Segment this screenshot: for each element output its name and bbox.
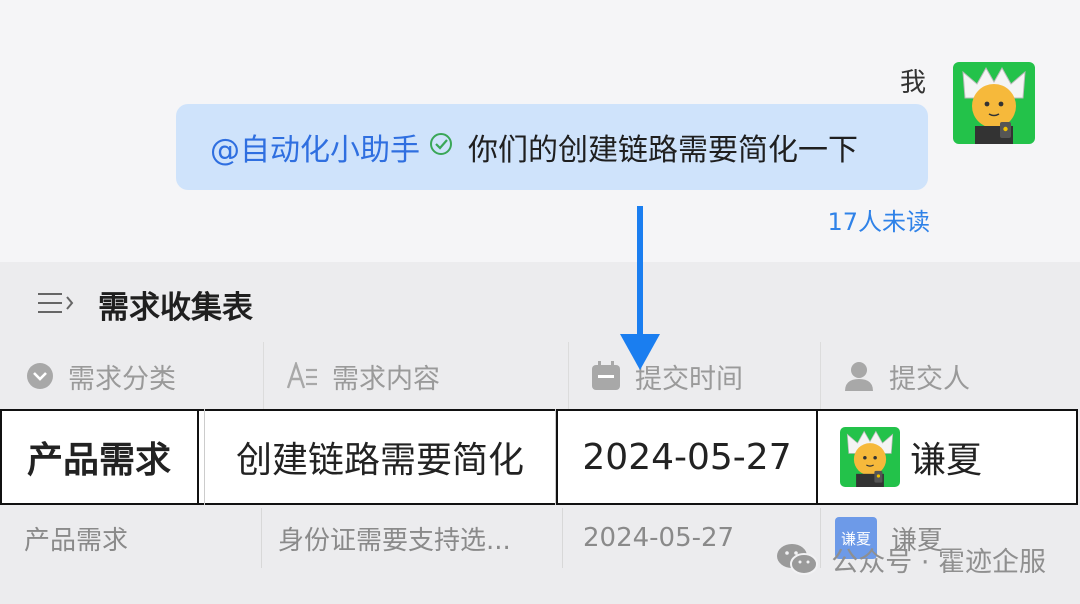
column-header-submitter[interactable]: 提交人 bbox=[821, 342, 1080, 410]
cell-content[interactable]: 创建链路需要简化 bbox=[204, 409, 556, 505]
calendar-icon bbox=[591, 361, 621, 391]
cell-category[interactable]: 产品需求 bbox=[0, 409, 198, 505]
user-avatar[interactable] bbox=[953, 62, 1035, 144]
column-header-label: 需求分类 bbox=[68, 363, 176, 395]
column-header-date[interactable]: 提交时间 bbox=[569, 342, 821, 410]
chevron-circle-icon bbox=[26, 362, 54, 390]
submitter-name: 谦夏 bbox=[910, 440, 983, 481]
column-header-label: 提交人 bbox=[889, 363, 970, 395]
unread-count[interactable]: 17人未读 bbox=[827, 202, 930, 237]
sheet-title: 需求收集表 bbox=[98, 290, 253, 326]
watermark: 公众号 · 霍迹企服 bbox=[775, 540, 1046, 579]
cell-submitter[interactable]: 谦夏 bbox=[818, 409, 1076, 505]
column-header-content[interactable]: 需求内容 bbox=[264, 342, 569, 410]
cell-category[interactable]: 产品需求 bbox=[0, 508, 262, 568]
submitter-avatar bbox=[840, 427, 900, 487]
wechat-icon bbox=[775, 542, 819, 578]
avatar-illustration bbox=[953, 62, 1035, 144]
watermark-text: 公众号 · 霍迹企服 bbox=[831, 547, 1046, 578]
menu-expand-icon[interactable] bbox=[36, 289, 76, 321]
check-icon bbox=[428, 130, 454, 165]
message-text: 你们的创建链路需要简化一下 bbox=[468, 133, 858, 168]
cell-content[interactable]: 身份证需要支持选... bbox=[262, 508, 563, 568]
mention-link[interactable]: @自动化小助手 bbox=[210, 125, 420, 169]
cell-divider bbox=[197, 409, 199, 505]
sheet-title-bar: 需求收集表 bbox=[36, 282, 253, 327]
text-format-icon bbox=[286, 362, 318, 390]
person-icon bbox=[843, 361, 875, 391]
column-header-category[interactable]: 需求分类 bbox=[0, 342, 264, 410]
down-arrow-annotation bbox=[618, 206, 662, 376]
sender-name: 我 bbox=[899, 68, 926, 98]
message-bubble[interactable]: @自动化小助手 你们的创建链路需要简化一下 bbox=[176, 104, 928, 190]
column-header-label: 需求内容 bbox=[332, 363, 440, 395]
cell-date[interactable]: 2024-05-27 bbox=[558, 409, 816, 505]
